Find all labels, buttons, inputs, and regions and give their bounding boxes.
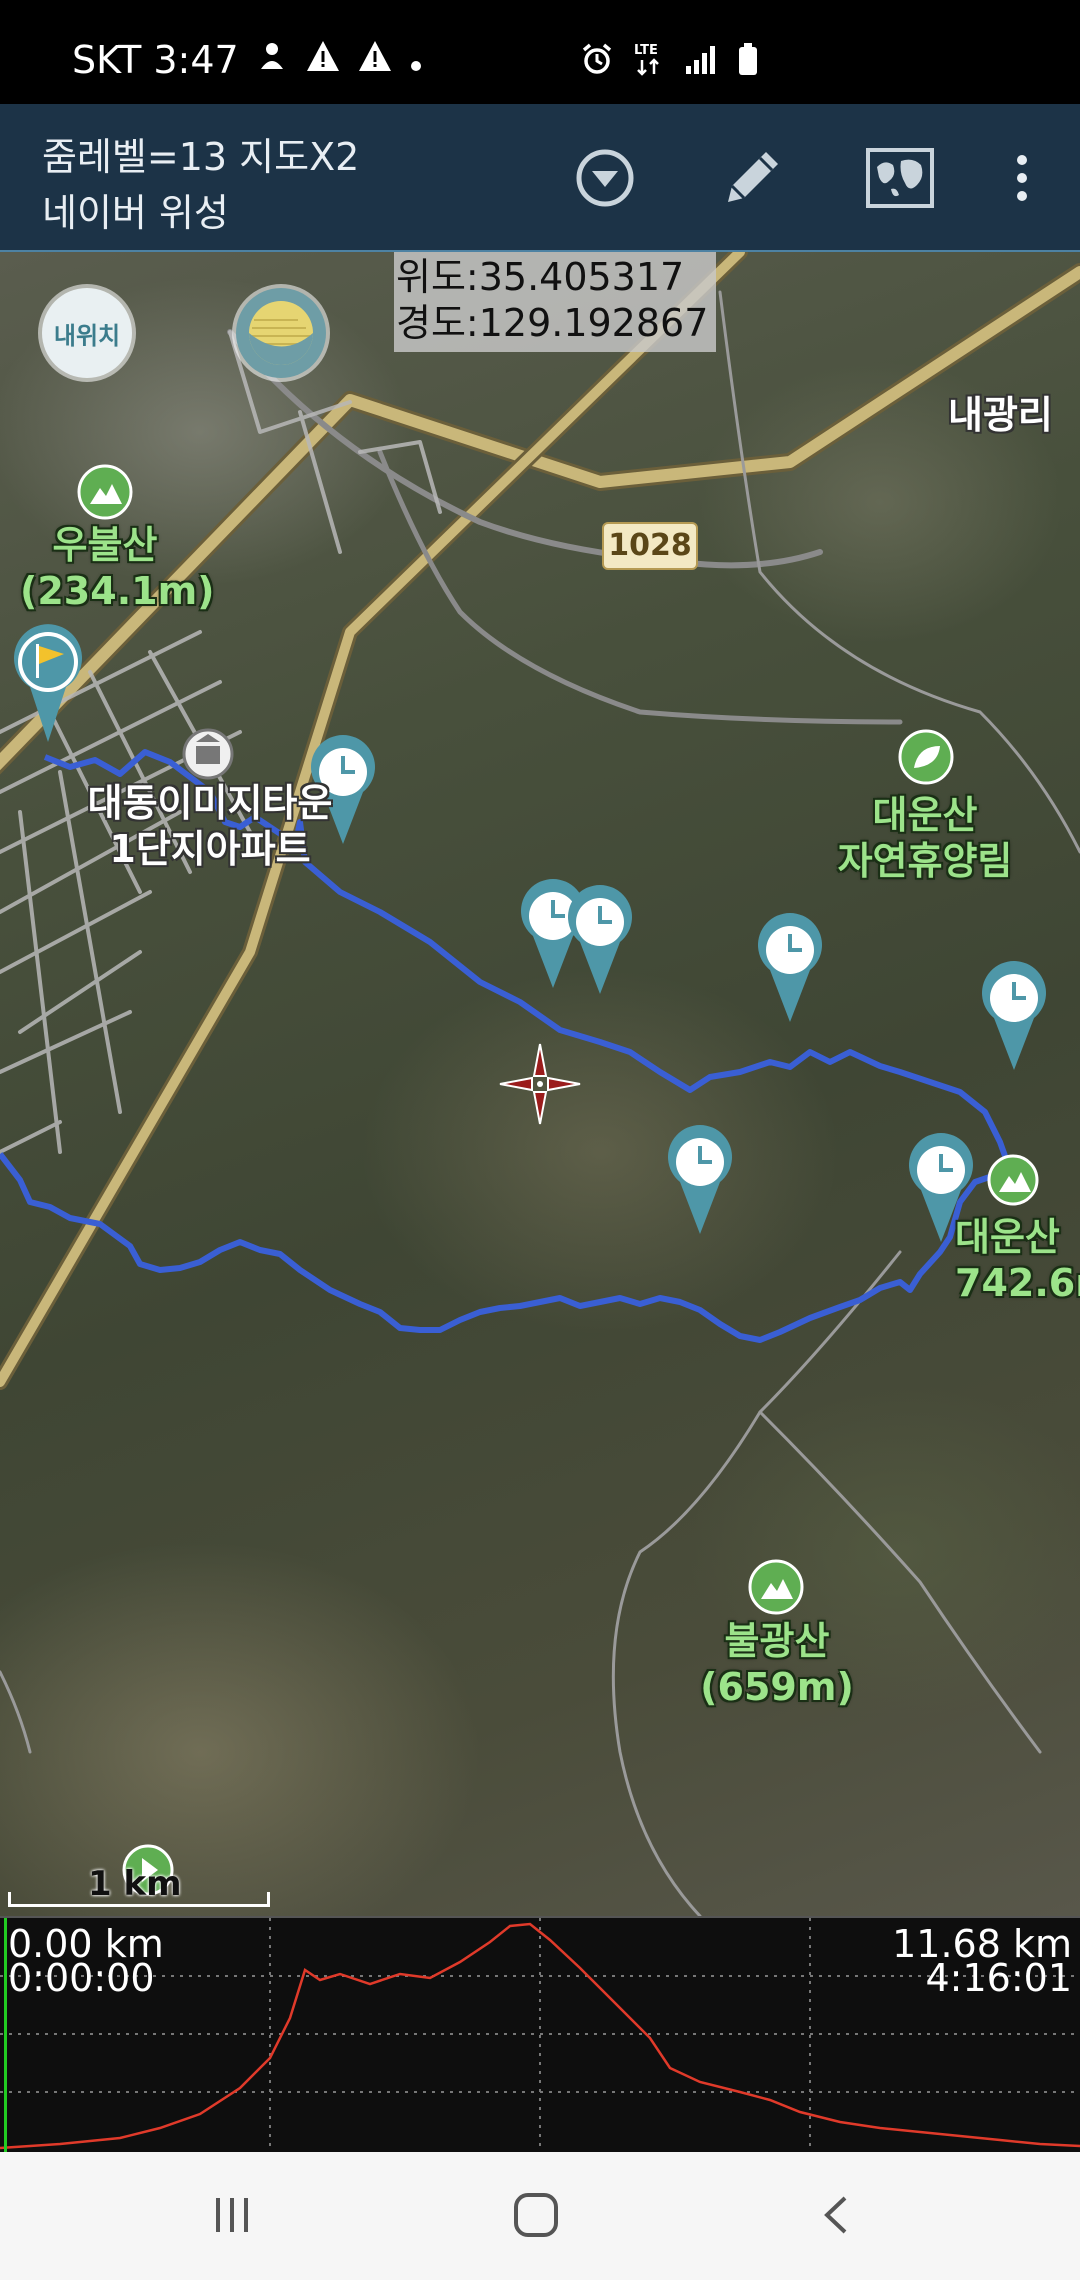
my-location-button[interactable]: 내위치 <box>42 288 132 378</box>
lte-icon: LTE <box>632 40 666 82</box>
system-nav-bar <box>0 2152 1080 2280</box>
layer-button[interactable] <box>236 288 326 378</box>
mountain-name: 불광산 <box>724 1619 830 1663</box>
battery-icon <box>736 42 760 80</box>
pencil-icon <box>728 152 778 202</box>
minor-road <box>377 449 903 725</box>
longitude-text: 경도:129.192867 <box>396 301 709 345</box>
home-icon <box>514 2193 558 2237</box>
mountain-height: (234.1m) <box>20 569 215 613</box>
zoom-level-label: 줌레벨=13 지도X2 <box>42 135 360 179</box>
minor-road <box>718 290 1080 854</box>
mountain-label-bulgwangsan: 불광산 (659m) <box>692 1618 862 1710</box>
mountain-icon <box>77 464 133 520</box>
mountain-label-daeunsan: 대운산 742.6m <box>955 1214 1080 1306</box>
mountain-icon <box>987 1154 1039 1206</box>
more-vert-icon <box>1017 155 1027 201</box>
mountain-icon <box>748 1559 804 1615</box>
clock-waypoint-pin[interactable] <box>568 885 632 994</box>
mountain-name: 대운산 <box>955 1215 1060 1259</box>
dropdown-button[interactable] <box>565 138 645 218</box>
apartment-name-line2: 1단지아파트 <box>109 827 311 871</box>
forest-icon <box>898 729 954 785</box>
signal-icon <box>684 42 718 80</box>
back-button[interactable] <box>798 2180 878 2250</box>
mountain-label-ubulsan: 우불산 (234.1m) <box>20 522 215 614</box>
clock-waypoint-pin[interactable] <box>758 913 822 1022</box>
mountain-name: 우불산 <box>52 523 158 567</box>
more-options-button[interactable] <box>982 138 1062 218</box>
recent-apps-icon <box>216 2198 248 2232</box>
building-icon <box>182 728 234 780</box>
start-time: 0:00:00 <box>8 1956 155 2000</box>
apartment-name-line1: 대동이미지타운 <box>87 781 333 825</box>
warning-icon <box>357 38 393 82</box>
mountain-height: (659m) <box>700 1665 854 1709</box>
map-canvas <box>0 252 1080 1916</box>
district-label: 내광리 <box>948 393 1053 437</box>
dropdown-icon <box>576 149 634 207</box>
back-icon <box>824 2196 847 2234</box>
end-time: 4:16:01 <box>925 1956 1073 2000</box>
layer-icon <box>249 301 313 365</box>
latitude-text: 위도:35.405317 <box>396 255 685 299</box>
road-number-shield: 1028 <box>602 522 698 570</box>
clock-waypoint-pin[interactable] <box>982 961 1046 1070</box>
position-cursor[interactable] <box>4 1918 7 2154</box>
crosshair-icon <box>499 1043 581 1125</box>
elevation-profile[interactable]: 0.00 km 0:00:00 11.68 km 4:16:01 <box>0 1916 1080 2154</box>
my-location-label: 내위치 <box>53 321 121 350</box>
alarm-icon <box>580 42 614 80</box>
forest-label: 대운산 자연휴양림 <box>820 792 1030 884</box>
status-left: SKT 3:47 <box>72 38 423 82</box>
map-icon <box>866 148 934 208</box>
coordinate-readout: 위도:35.405317 경도:129.192867 <box>394 252 717 352</box>
map-select-button[interactable] <box>860 138 940 218</box>
status-bar: SKT 3:47 LTE <box>0 0 1080 104</box>
map-view[interactable]: 위도:35.405317 경도:129.192867 내위치 1028 우불산 … <box>0 252 1080 1916</box>
edit-button[interactable] <box>712 138 792 218</box>
mountain-height: 742.6m <box>955 1261 1080 1305</box>
recent-apps-button[interactable] <box>192 2180 272 2250</box>
apartment-label: 대동이미지타운 1단지아파트 <box>60 780 360 872</box>
scale-bar <box>8 1892 270 1907</box>
forest-name-line2: 자연휴양림 <box>837 839 1013 883</box>
trail <box>0 1670 32 1754</box>
forest-name-line1: 대운산 <box>872 793 978 837</box>
svg-text:LTE: LTE <box>634 43 658 58</box>
app-notification-icon <box>255 38 289 82</box>
clock-waypoint-pin[interactable] <box>668 1125 732 1234</box>
status-right: LTE <box>580 40 760 82</box>
app-bar: 줌레벨=13 지도X2 네이버 위성 <box>0 104 1080 253</box>
dot-icon <box>409 38 423 82</box>
carrier-time: SKT 3:47 <box>72 38 239 82</box>
warning-icon <box>305 38 341 82</box>
map-type-label: 네이버 위성 <box>42 191 229 235</box>
home-button[interactable] <box>496 2180 576 2250</box>
